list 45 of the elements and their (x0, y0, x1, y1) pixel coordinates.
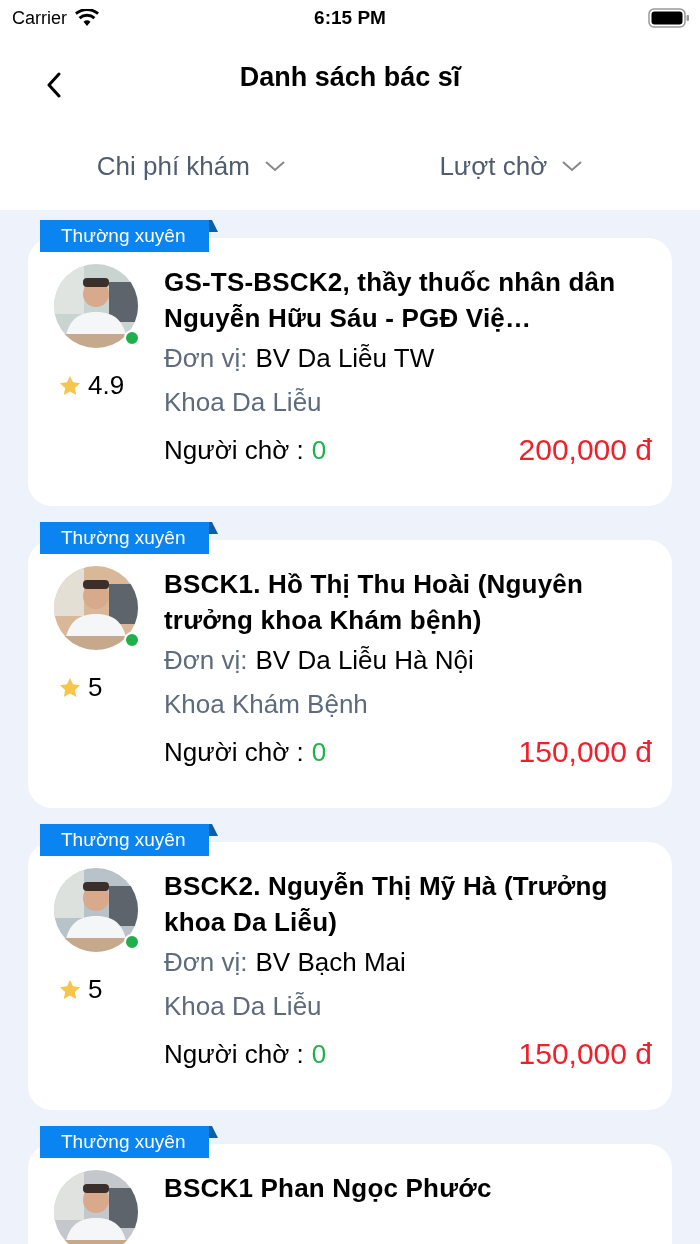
frequent-badge: Thường xuyên (40, 522, 210, 554)
filter-dropdown[interactable]: Chi phí khám (92, 146, 290, 186)
frequent-badge: Thường xuyên (40, 220, 210, 252)
price-text: 200,000 đ (518, 432, 652, 468)
waiting-count: 0 (311, 1038, 327, 1071)
rating-value: 5 (88, 974, 103, 1005)
doctor-name: BSCK2. Nguyễn Thị Mỹ Hà (Trưởng khoa Da Liễu) (164, 870, 609, 939)
price-text: 150,000 đ (518, 1036, 652, 1072)
rating-value: 4.9 (88, 370, 125, 401)
star-icon (60, 678, 80, 697)
rating-value: 5 (88, 672, 103, 703)
chevron-down-icon (561, 160, 584, 172)
price-text: 150,000 đ (518, 734, 652, 770)
doctor-name: BSCK1. Hồ Thị Thu Hoài (Nguyên trưởng khoa Khám bệnh) (164, 568, 585, 637)
department-text: Khoa Da Liễu (164, 386, 323, 419)
ribbon-fold-icon (209, 220, 219, 232)
unit-value: BV Da Liễu TW (255, 342, 435, 375)
ribbon-fold-icon (209, 824, 219, 836)
waiting-label: Người chờ : (164, 736, 304, 769)
waiting-count: 0 (311, 434, 327, 467)
wifi-icon (75, 9, 99, 27)
doctor-name: GS-TS-BSCK2, thầy thuốc nhân dân Nguyễn Hữu Sáu - PGĐ Việ… (164, 266, 617, 335)
department-text: Khoa Khám Bệnh (164, 688, 369, 721)
frequent-badge: Thường xuyên (40, 824, 210, 856)
department-text: Khoa Da Liễu (164, 990, 323, 1023)
ribbon-fold-icon (209, 522, 219, 534)
star-icon (60, 376, 80, 395)
frequent-badge: Thường xuyên (40, 1126, 210, 1158)
carrier-label: Carrier (12, 7, 67, 29)
page-title: Danh sách bác sĩ (239, 61, 461, 93)
unit-value: BV Bạch Mai (255, 946, 406, 979)
doctor-name: BSCK1 Phan Ngọc Phước (164, 1172, 493, 1205)
waiting-label: Người chờ : (164, 1038, 304, 1071)
unit-label: Đơn vị: (164, 342, 248, 375)
battery-icon (648, 8, 690, 28)
star-icon (60, 980, 80, 999)
waiting-label: Người chờ : (164, 434, 304, 467)
unit-label: Đơn vị: (164, 644, 248, 677)
status-time: 6:15 PM (313, 7, 387, 29)
filter-dropdown[interactable]: Lượt chờ (435, 146, 588, 186)
chevron-down-icon (263, 160, 286, 172)
unit-value: BV Da Liễu Hà Nội (255, 644, 474, 677)
waiting-count: 0 (311, 736, 327, 769)
ribbon-fold-icon (209, 1126, 219, 1138)
unit-label: Đơn vị: (164, 946, 248, 979)
